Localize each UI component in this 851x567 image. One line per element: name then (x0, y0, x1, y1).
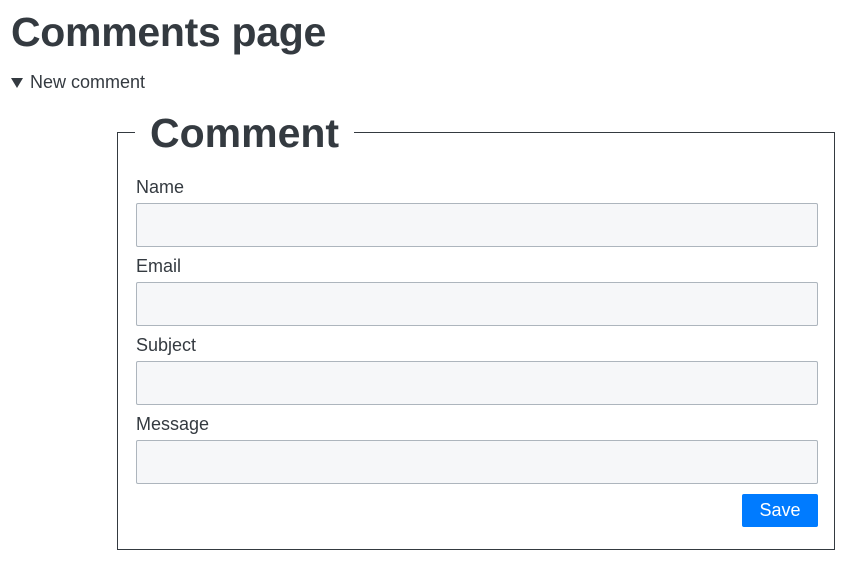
comment-fieldset: Comment Name Email Subject Message Save (117, 109, 835, 550)
message-label: Message (136, 414, 210, 434)
name-label: Name (136, 177, 185, 197)
new-comment-toggle[interactable]: New comment (11, 72, 145, 93)
page: Comments page New comment Comment Name E… (0, 0, 851, 567)
subject-input[interactable] (136, 361, 818, 405)
page-title: Comments page (11, 9, 327, 55)
subject-label: Subject (136, 335, 197, 355)
comment-legend: Comment (135, 109, 355, 157)
message-input[interactable] (136, 440, 818, 484)
save-button[interactable]: Save (742, 494, 818, 527)
email-label: Email (136, 256, 182, 276)
email-input[interactable] (136, 282, 818, 326)
name-input[interactable] (136, 203, 818, 247)
new-comment-summary-label: New comment (30, 72, 146, 92)
disclosure-triangle-icon (11, 78, 23, 88)
